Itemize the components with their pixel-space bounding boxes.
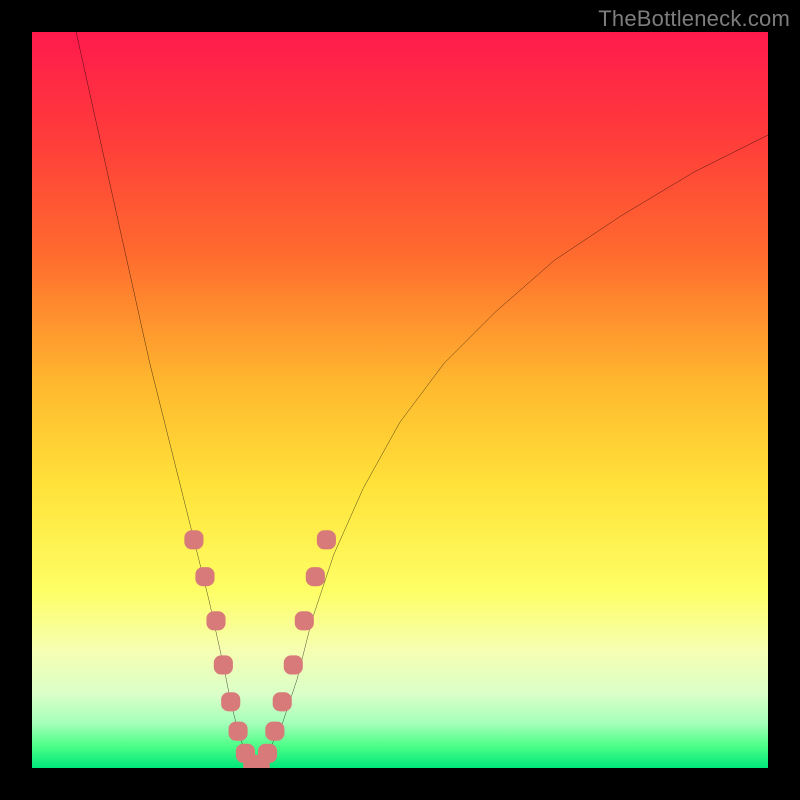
marker-point [206,611,225,630]
marker-point [229,722,248,741]
marker-point [221,692,240,711]
marker-point [214,655,233,674]
bottleneck-curve [76,32,768,764]
marker-point [306,567,325,586]
marker-point [317,530,336,549]
marker-point [195,567,214,586]
marker-point [284,655,303,674]
chart-frame: TheBottleneck.com [0,0,800,800]
marker-point [295,611,314,630]
marker-point [273,692,292,711]
marker-point [184,530,203,549]
marker-point [258,744,277,763]
plot-area [32,32,768,768]
marker-point [265,722,284,741]
marker-group [184,530,336,768]
watermark-text: TheBottleneck.com [598,6,790,32]
curve-svg [32,32,768,768]
